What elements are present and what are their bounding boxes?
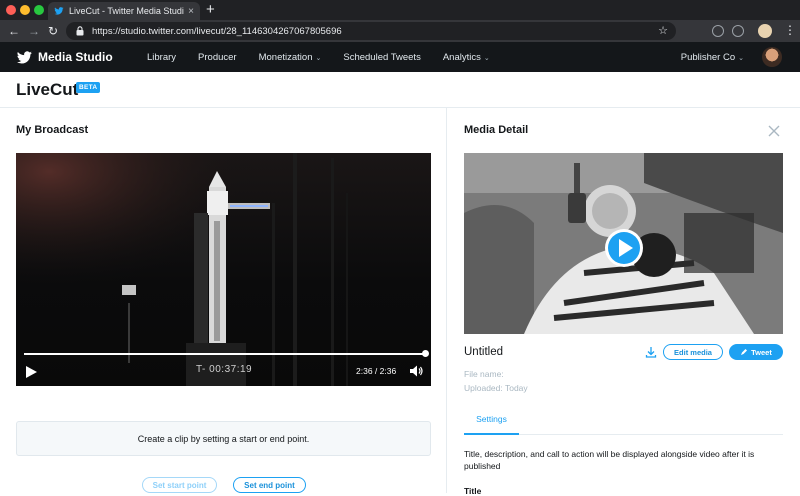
settings-description: Title, description, and call to action w… xyxy=(464,449,755,471)
clip-hint-text: Create a clip by setting a start or end … xyxy=(137,433,310,444)
uploaded-label: Uploaded: Today xyxy=(464,383,528,393)
bookmark-star-icon[interactable]: ☆ xyxy=(658,24,668,37)
file-name-label: File name: xyxy=(464,369,504,379)
media-title: Untitled xyxy=(464,346,503,358)
twitter-bird-icon xyxy=(17,50,32,63)
browser-menu-icon[interactable]: ⋮ xyxy=(784,23,796,37)
page-title: LiveCut xyxy=(16,80,79,99)
browser-toolbar: ← → ↻ https://studio.twitter.com/livecut… xyxy=(0,20,800,42)
page-header: LiveCut BETA xyxy=(0,72,800,108)
launch-timecode: T- 00:37:19 xyxy=(196,364,253,375)
tweet-button[interactable]: Tweet xyxy=(729,344,783,360)
nav-monetization[interactable]: Monetization ⌄ xyxy=(259,52,322,63)
edit-media-button[interactable]: Edit media xyxy=(663,344,723,360)
set-end-point-button[interactable]: Set end point xyxy=(233,477,306,493)
set-start-point-button[interactable]: Set start point xyxy=(142,477,217,493)
minimize-window-button[interactable] xyxy=(20,5,30,15)
user-avatar[interactable] xyxy=(762,47,782,67)
tab-settings[interactable]: Settings xyxy=(464,414,519,435)
chevron-down-icon: ⌄ xyxy=(315,54,322,62)
broadcast-heading: My Broadcast xyxy=(16,124,89,136)
back-arrow-icon[interactable]: ← xyxy=(8,23,20,39)
close-window-button[interactable] xyxy=(6,5,16,15)
chevron-down-icon: ⌄ xyxy=(738,55,744,62)
nav-scheduled-tweets[interactable]: Scheduled Tweets xyxy=(343,52,420,63)
download-icon[interactable] xyxy=(645,346,657,358)
chevron-down-icon: ⌄ xyxy=(483,54,490,62)
nav-analytics-label: Analytics xyxy=(442,51,481,63)
browser-tab-strip: LiveCut - Twitter Media Studio × + xyxy=(0,0,800,20)
clip-instructions: Create a clip by setting a start or end … xyxy=(16,421,431,456)
account-switcher[interactable]: Publisher Co ⌄ xyxy=(681,52,744,63)
extension-icon[interactable] xyxy=(732,25,744,37)
volume-icon[interactable] xyxy=(409,364,423,378)
tab-close-icon[interactable]: × xyxy=(188,6,194,17)
lock-icon xyxy=(76,26,84,36)
tab-title: LiveCut - Twitter Media Studio xyxy=(69,6,185,16)
broadcast-video-player[interactable]: T- 00:37:19 2:36 / 2:36 xyxy=(16,153,431,386)
nav-library[interactable]: Library xyxy=(147,52,176,63)
media-detail-heading: Media Detail xyxy=(464,124,529,136)
brand-name: Media Studio xyxy=(38,50,113,64)
progress-bar[interactable] xyxy=(24,353,425,355)
account-name: Publisher Co xyxy=(680,52,736,63)
new-tab-button[interactable]: + xyxy=(206,1,215,19)
nav-monetization-label: Monetization xyxy=(258,51,313,63)
nav-producer[interactable]: Producer xyxy=(198,52,237,63)
close-icon[interactable] xyxy=(767,124,781,138)
address-bar[interactable]: https://studio.twitter.com/livecut/28_11… xyxy=(66,22,676,40)
nav-analytics[interactable]: Analytics ⌄ xyxy=(443,52,490,63)
title-field-label: Title xyxy=(464,486,482,496)
maximize-window-button[interactable] xyxy=(34,5,44,15)
panel-divider xyxy=(446,108,447,493)
browser-tab[interactable]: LiveCut - Twitter Media Studio × xyxy=(48,2,200,20)
rocket-launch-frame xyxy=(16,153,431,386)
twitter-bird-icon xyxy=(54,6,64,16)
app-header: Media Studio Library Producer Monetizati… xyxy=(0,42,800,72)
forward-arrow-icon[interactable]: → xyxy=(28,23,40,39)
playback-time: 2:36 / 2:36 xyxy=(356,366,397,376)
tweet-button-label: Tweet xyxy=(751,347,772,357)
play-icon[interactable] xyxy=(24,365,38,379)
reload-icon[interactable]: ↻ xyxy=(48,23,58,39)
browser-profile-avatar[interactable] xyxy=(758,24,772,38)
beta-badge: BETA xyxy=(76,82,101,93)
brand-logo[interactable]: Media Studio xyxy=(17,50,147,64)
compose-icon xyxy=(741,349,748,355)
extension-icon[interactable] xyxy=(712,25,724,37)
play-icon[interactable] xyxy=(604,228,644,268)
progress-knob[interactable] xyxy=(421,350,429,357)
url-text: https://studio.twitter.com/livecut/28_11… xyxy=(92,25,342,37)
